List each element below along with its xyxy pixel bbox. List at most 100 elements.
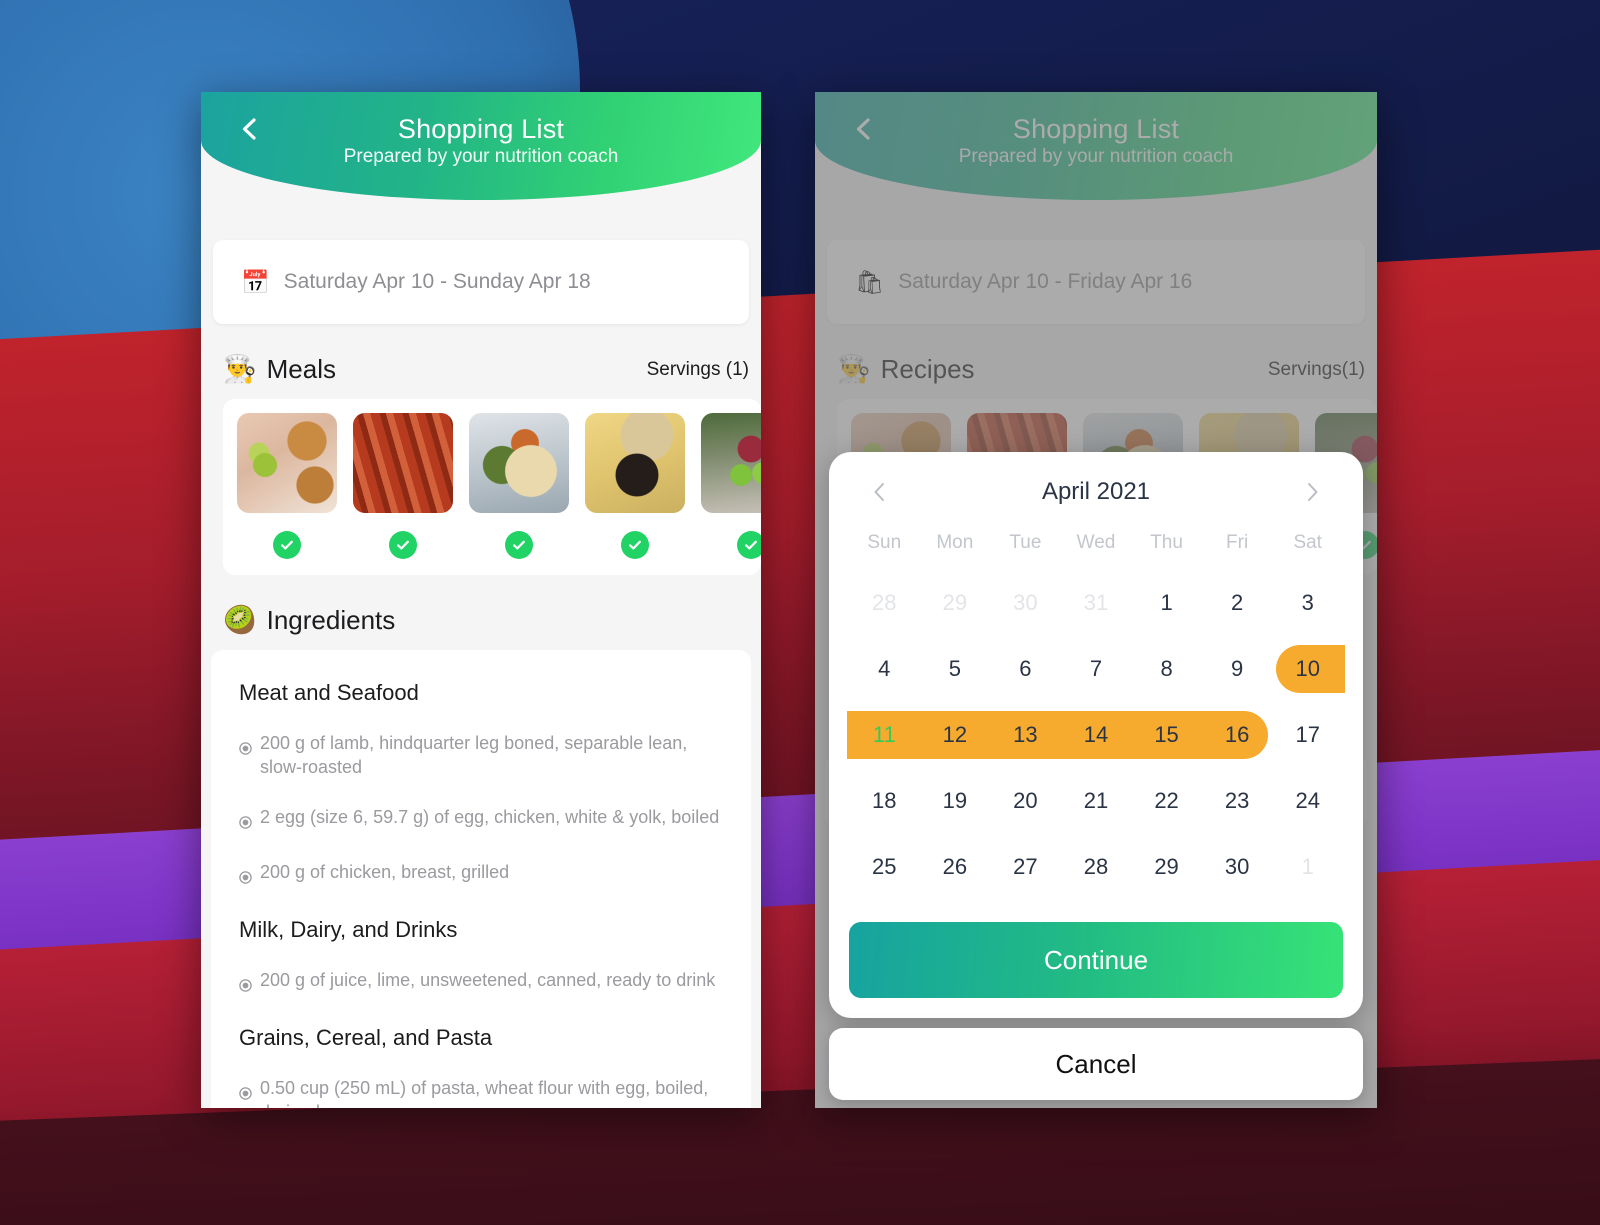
calendar-day-cell[interactable]: 5 xyxy=(920,636,991,702)
calendar-day-cell[interactable]: 25 xyxy=(849,834,920,900)
meals-title: Meals xyxy=(266,354,336,384)
calendar-weekday-fri: Fri xyxy=(1226,532,1249,553)
calendar-day-cell[interactable]: 27 xyxy=(990,834,1061,900)
calendar-day-cell[interactable]: 12 xyxy=(917,702,993,768)
date-range-bar-left[interactable]: 📅 Saturday Apr 10 - Sunday Apr 18 xyxy=(213,240,749,324)
continue-button[interactable]: Continue xyxy=(849,922,1343,998)
calendar-day-cell[interactable]: 30 xyxy=(1202,834,1273,900)
calendar-day-label: 3 xyxy=(1301,590,1314,615)
page-title-left: Shopping List xyxy=(397,114,565,144)
falafel-thumbnail[interactable] xyxy=(237,413,337,513)
calendar-day-cell[interactable]: 23 xyxy=(1202,768,1273,834)
calendar-day-label: 7 xyxy=(1089,656,1103,681)
calendar-month-label: April 2021 xyxy=(1041,478,1151,505)
calendar-day-label: 25 xyxy=(872,854,897,879)
calendar-day-label: 27 xyxy=(1013,854,1038,879)
back-button-left[interactable] xyxy=(237,116,263,142)
calendar-icon: 📅 xyxy=(241,268,270,295)
calendar-day-cell[interactable]: 20 xyxy=(990,768,1061,834)
calendar-day-cell[interactable]: 10 xyxy=(1272,636,1345,702)
rice-bowl-thumbnail[interactable] xyxy=(469,413,569,513)
calendar-day-label: 13 xyxy=(1013,722,1038,747)
calendar-day-label: 17 xyxy=(1295,722,1320,747)
calendar-day-cell[interactable]: 16 xyxy=(1199,702,1273,768)
calendar-weekday-sun: Sun xyxy=(867,532,902,553)
meal-item[interactable] xyxy=(585,413,685,559)
check-icon[interactable] xyxy=(505,531,533,559)
calendar-day-cell[interactable]: 4 xyxy=(849,636,920,702)
bullet-icon xyxy=(239,738,252,762)
meal-item[interactable] xyxy=(469,413,569,559)
check-icon[interactable] xyxy=(737,531,761,559)
calendar-day-cell[interactable]: 1 xyxy=(1131,570,1202,636)
salmon-thumbnail[interactable] xyxy=(353,413,453,513)
prev-month-button[interactable] xyxy=(867,479,893,505)
calendar-day-cell[interactable]: 24 xyxy=(1272,768,1343,834)
calendar-weekday-tue: Tue xyxy=(1009,532,1042,553)
meal-item[interactable] xyxy=(701,413,761,559)
calendar-day-cell[interactable]: 28 xyxy=(849,570,920,636)
kiwi-icon: 🥝 xyxy=(223,605,257,635)
calendar-day-cell[interactable]: 26 xyxy=(920,834,991,900)
meals-strip[interactable] xyxy=(223,399,761,575)
calendar-day-cell[interactable]: 15 xyxy=(1129,702,1204,768)
ingredient-item: 0.50 cup (250 mL) of pasta, wheat flour … xyxy=(239,1077,723,1108)
meal-item[interactable] xyxy=(237,413,337,559)
ingredient-text: 2 egg (size 6, 59.7 g) of egg, chicken, … xyxy=(260,806,720,827)
ingredient-item: 200 g of juice, lime, unsweetened, canne… xyxy=(239,969,723,999)
calendar-day-cell[interactable]: 18 xyxy=(849,768,920,834)
ingredient-group-title: Grains, Cereal, and Pasta xyxy=(239,1024,493,1050)
calendar-day-cell[interactable]: 6 xyxy=(990,636,1061,702)
check-icon[interactable] xyxy=(621,531,649,559)
calendar-day-label: 5 xyxy=(948,656,961,681)
calendar-day-cell[interactable]: 31 xyxy=(1061,570,1132,636)
calendar-day-label: 22 xyxy=(1154,788,1179,813)
calendar-day-label: 2 xyxy=(1231,590,1244,615)
calendar-day-cell[interactable]: 7 xyxy=(1061,636,1132,702)
calendar-day-cell[interactable]: 22 xyxy=(1131,768,1202,834)
calendar-day-label: 29 xyxy=(942,590,968,615)
calendar-day-cell[interactable]: 1 xyxy=(1272,834,1343,900)
calendar-day-label: 29 xyxy=(1154,854,1179,879)
calendar-day-cell[interactable]: 29 xyxy=(1131,834,1202,900)
page-subtitle-left: Prepared by your nutrition coach xyxy=(343,146,619,168)
bullet-icon xyxy=(239,1083,252,1107)
calendar-day-cell[interactable]: 2 xyxy=(1202,570,1273,636)
ingredient-item: 2 egg (size 6, 59.7 g) of egg, chicken, … xyxy=(239,806,723,836)
check-icon[interactable] xyxy=(273,531,301,559)
korean-dish-thumbnail[interactable] xyxy=(585,413,685,513)
calendar-day-label: 21 xyxy=(1083,788,1109,813)
calendar-weekday-sat: Sat xyxy=(1293,532,1322,553)
calendar-day-cell[interactable]: 21 xyxy=(1061,768,1132,834)
calendar-day-cell[interactable]: 17 xyxy=(1272,702,1343,768)
calendar-day-cell[interactable]: 14 xyxy=(1058,702,1134,768)
calendar-card: April 2021 Sun Mon Tue Wed Thu Fri Sat 28 29 30 31… xyxy=(829,452,1363,1018)
calendar-day-cell[interactable]: 11 xyxy=(847,702,922,768)
calendar-day-label: 19 xyxy=(942,788,968,813)
calendar-grid[interactable]: Sun Mon Tue Wed Thu Fri Sat 28 29 30 31 1 2 3 4 5 6 7 8 9 10… xyxy=(847,532,1345,900)
chef-icon: 👨‍🍳 xyxy=(223,354,257,384)
calendar-day-cell[interactable]: 9 xyxy=(1202,636,1273,702)
limes-thumbnail[interactable] xyxy=(701,413,761,513)
next-month-button[interactable] xyxy=(1299,479,1325,505)
calendar-day-label: 12 xyxy=(942,722,968,747)
calendar-day-cell[interactable]: 19 xyxy=(920,768,991,834)
ingredient-text: 200 g of chicken, breast, grilled xyxy=(260,862,510,883)
header-titles-left: Shopping List Prepared by your nutrition… xyxy=(344,114,619,168)
calendar-day-cell[interactable]: 13 xyxy=(988,702,1063,768)
date-picker-modal: April 2021 Sun Mon Tue Wed Thu Fri Sat 28 29 30 31… xyxy=(829,452,1363,1100)
calendar-day-label: 10 xyxy=(1295,656,1320,681)
app-header-left: Shopping List Prepared by your nutrition… xyxy=(201,92,761,200)
check-icon[interactable] xyxy=(389,531,417,559)
calendar-day-cell[interactable]: 28 xyxy=(1061,834,1132,900)
calendar-day-cell[interactable]: 30 xyxy=(990,570,1061,636)
cancel-button[interactable]: Cancel xyxy=(829,1028,1363,1100)
calendar-day-cell[interactable]: 3 xyxy=(1272,570,1343,636)
calendar-day-cell[interactable]: 8 xyxy=(1131,636,1202,702)
bullet-icon xyxy=(239,975,252,999)
calendar-day-cell[interactable]: 29 xyxy=(920,570,991,636)
calendar-day-label: 16 xyxy=(1224,722,1250,747)
meal-item[interactable] xyxy=(353,413,453,559)
ingredient-text: 200 g of juice, lime, unsweetened, canne… xyxy=(260,970,716,990)
calendar-weekday-thu: Thu xyxy=(1150,532,1183,553)
